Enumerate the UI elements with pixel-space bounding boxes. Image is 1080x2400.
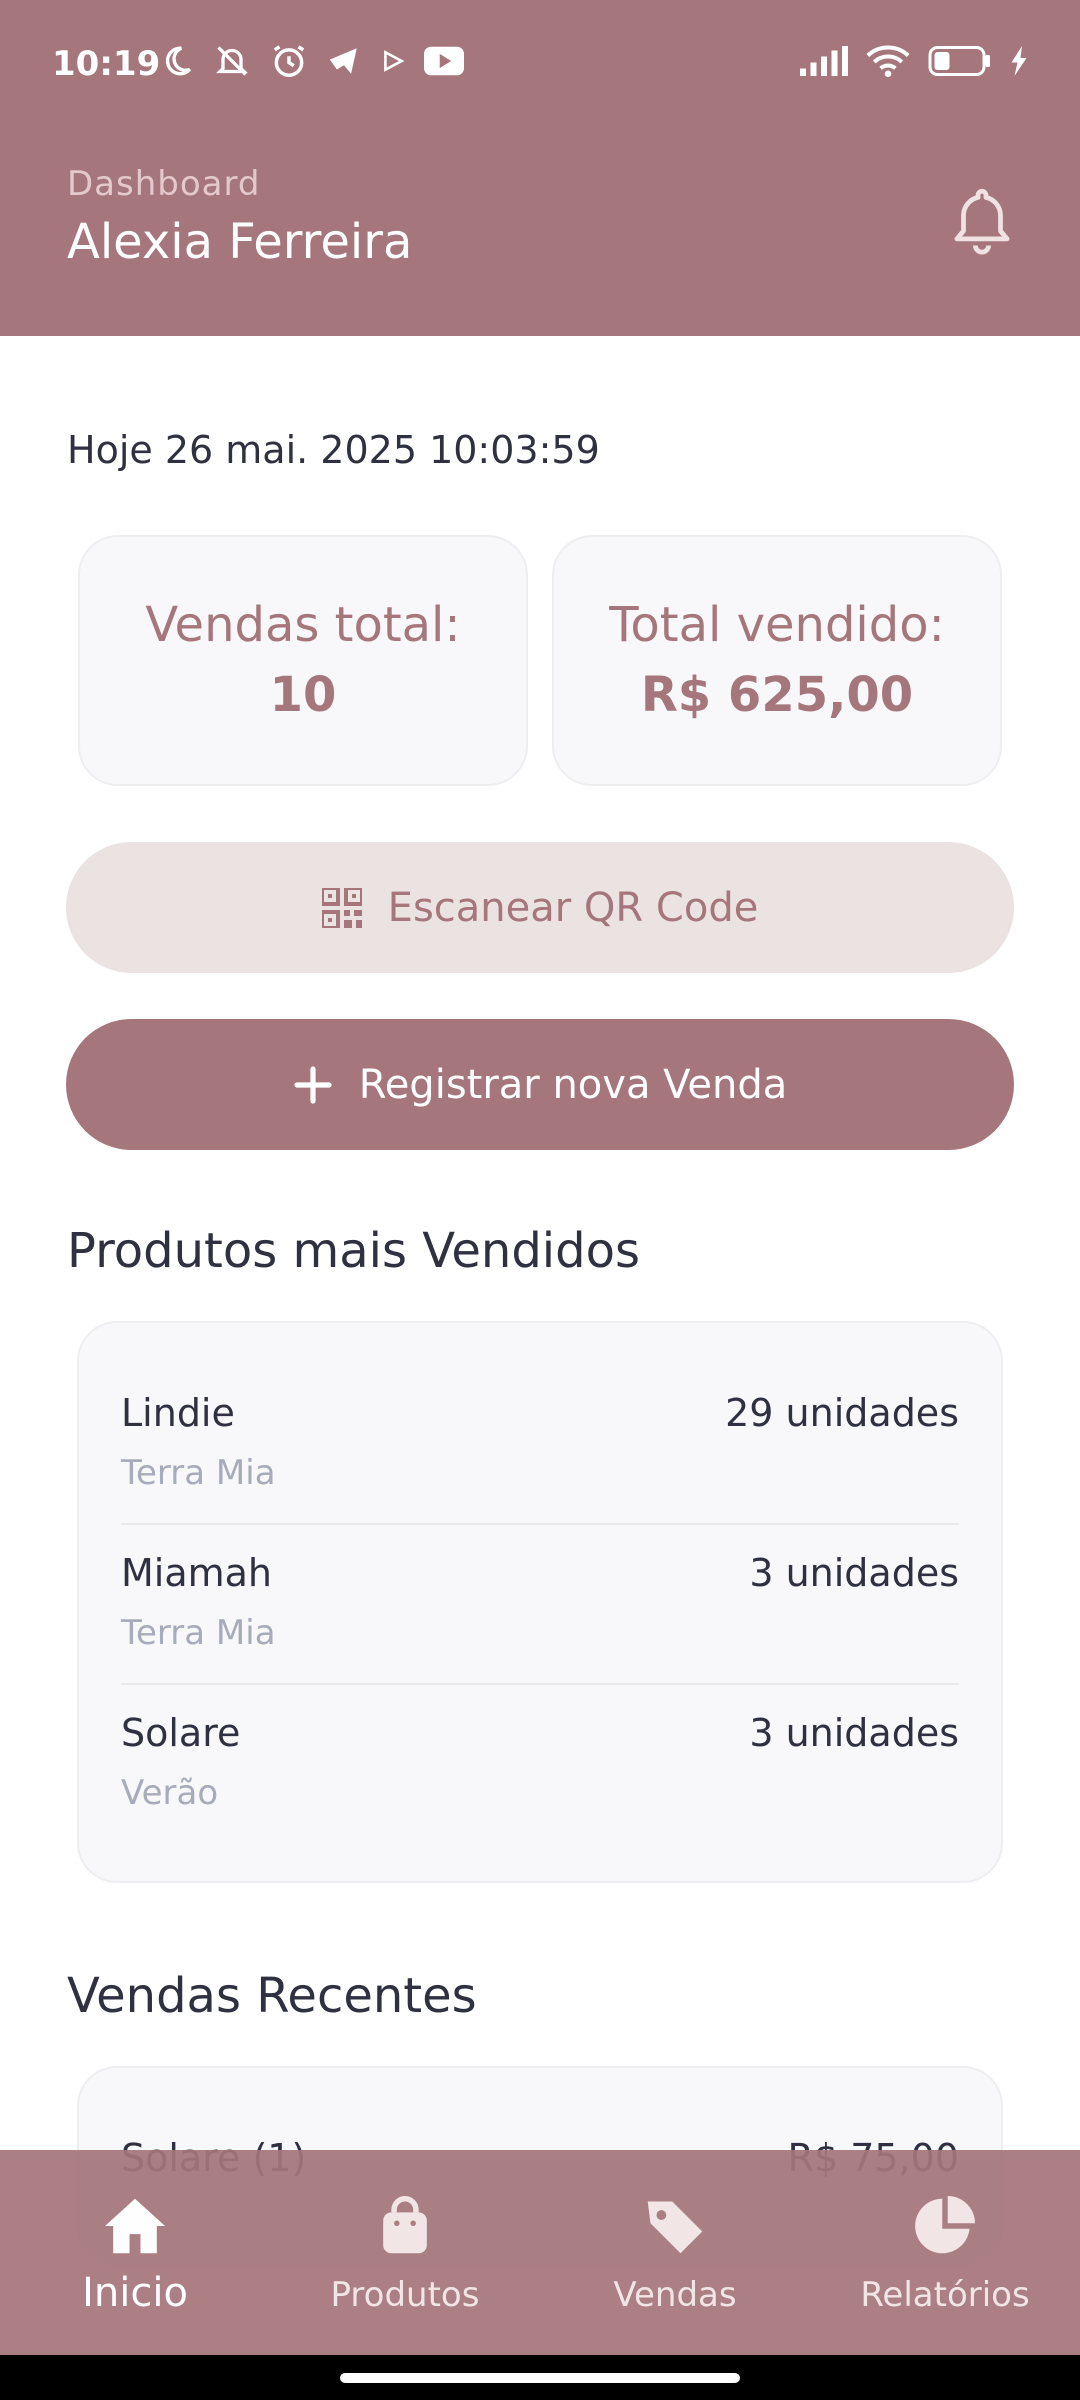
nav-relatorios[interactable]: Relatórios [810, 2150, 1080, 2355]
status-right-icons [800, 44, 1028, 78]
list-item[interactable]: Miamah 3 unidades Terra Mia [121, 1525, 959, 1685]
recent-sales-title: Vendas Recentes [67, 1968, 477, 2024]
wifi-icon [866, 45, 910, 78]
nav-label: Relatórios [860, 2275, 1030, 2315]
nav-inicio[interactable]: Inicio [0, 2150, 270, 2355]
nav-label: Inicio [82, 2270, 188, 2316]
product-category: Terra Mia [121, 1453, 276, 1493]
scan-qr-button[interactable]: Escanear QR Code [66, 842, 1014, 973]
new-sale-button[interactable]: Registrar nova Venda [66, 1019, 1014, 1150]
user-name: Alexia Ferreira [67, 214, 413, 270]
home-indicator[interactable] [340, 2373, 740, 2383]
scan-qr-label: Escanear QR Code [387, 884, 759, 931]
product-units: 3 unidades [749, 1711, 959, 1755]
nav-produtos[interactable]: Produtos [270, 2150, 540, 2355]
sales-total-label: Total vendido: [609, 597, 945, 653]
sales-total-card: Total vendido: R$ 625,00 [552, 535, 1002, 786]
app-header: Dashboard Alexia Ferreira [0, 134, 1080, 336]
gesture-bar [0, 2355, 1080, 2400]
product-name: Lindie [121, 1391, 235, 1435]
status-bar: 10:19 [0, 0, 1080, 134]
bell-icon[interactable] [950, 186, 1014, 260]
list-item[interactable]: Lindie 29 unidades Terra Mia [121, 1323, 959, 1525]
bottom-nav: Inicio Produtos Vendas Relatórios [0, 2150, 1080, 2355]
product-name: Miamah [121, 1551, 273, 1595]
list-item[interactable]: Solare 3 unidades Verão [121, 1685, 959, 1843]
product-category: Verão [121, 1773, 219, 1813]
sales-total-value: R$ 625,00 [640, 667, 914, 723]
header-subtitle: Dashboard [67, 164, 261, 204]
moon-icon [165, 46, 192, 76]
muted-bell-icon [216, 46, 248, 76]
sales-count-value: 10 [269, 667, 337, 723]
sales-count-card: Vendas total: 10 [78, 535, 528, 786]
pie-chart-icon [915, 2196, 975, 2254]
nav-label: Vendas [613, 2275, 737, 2315]
qr-code-icon [321, 887, 362, 928]
status-left-icons [160, 42, 464, 80]
new-sale-label: Registrar nova Venda [358, 1061, 788, 1108]
telegram-icon [329, 48, 357, 74]
shopping-bag-icon [383, 2196, 427, 2254]
signal-icon [800, 46, 848, 76]
status-time: 10:19 [52, 44, 161, 84]
top-products-card: Lindie 29 unidades Terra Mia Miamah 3 un… [77, 1321, 1003, 1883]
product-units: 29 unidades [725, 1391, 959, 1435]
tag-icon [647, 2201, 703, 2254]
product-name: Solare [121, 1711, 241, 1755]
nav-label: Produtos [330, 2275, 480, 2315]
product-units: 3 unidades [749, 1551, 959, 1595]
play-icon [384, 50, 405, 72]
current-datetime: Hoje 26 mai. 2025 10:03:59 [67, 428, 600, 472]
plus-icon [294, 1065, 332, 1104]
top-products-title: Produtos mais Vendidos [67, 1223, 640, 1279]
alarm-icon [273, 45, 305, 77]
product-category: Terra Mia [121, 1613, 276, 1653]
youtube-icon [424, 46, 464, 76]
charging-icon [1011, 46, 1027, 76]
sales-count-label: Vendas total: [145, 597, 461, 653]
home-icon [105, 2198, 165, 2254]
battery-icon [928, 46, 990, 76]
nav-vendas[interactable]: Vendas [540, 2150, 810, 2355]
